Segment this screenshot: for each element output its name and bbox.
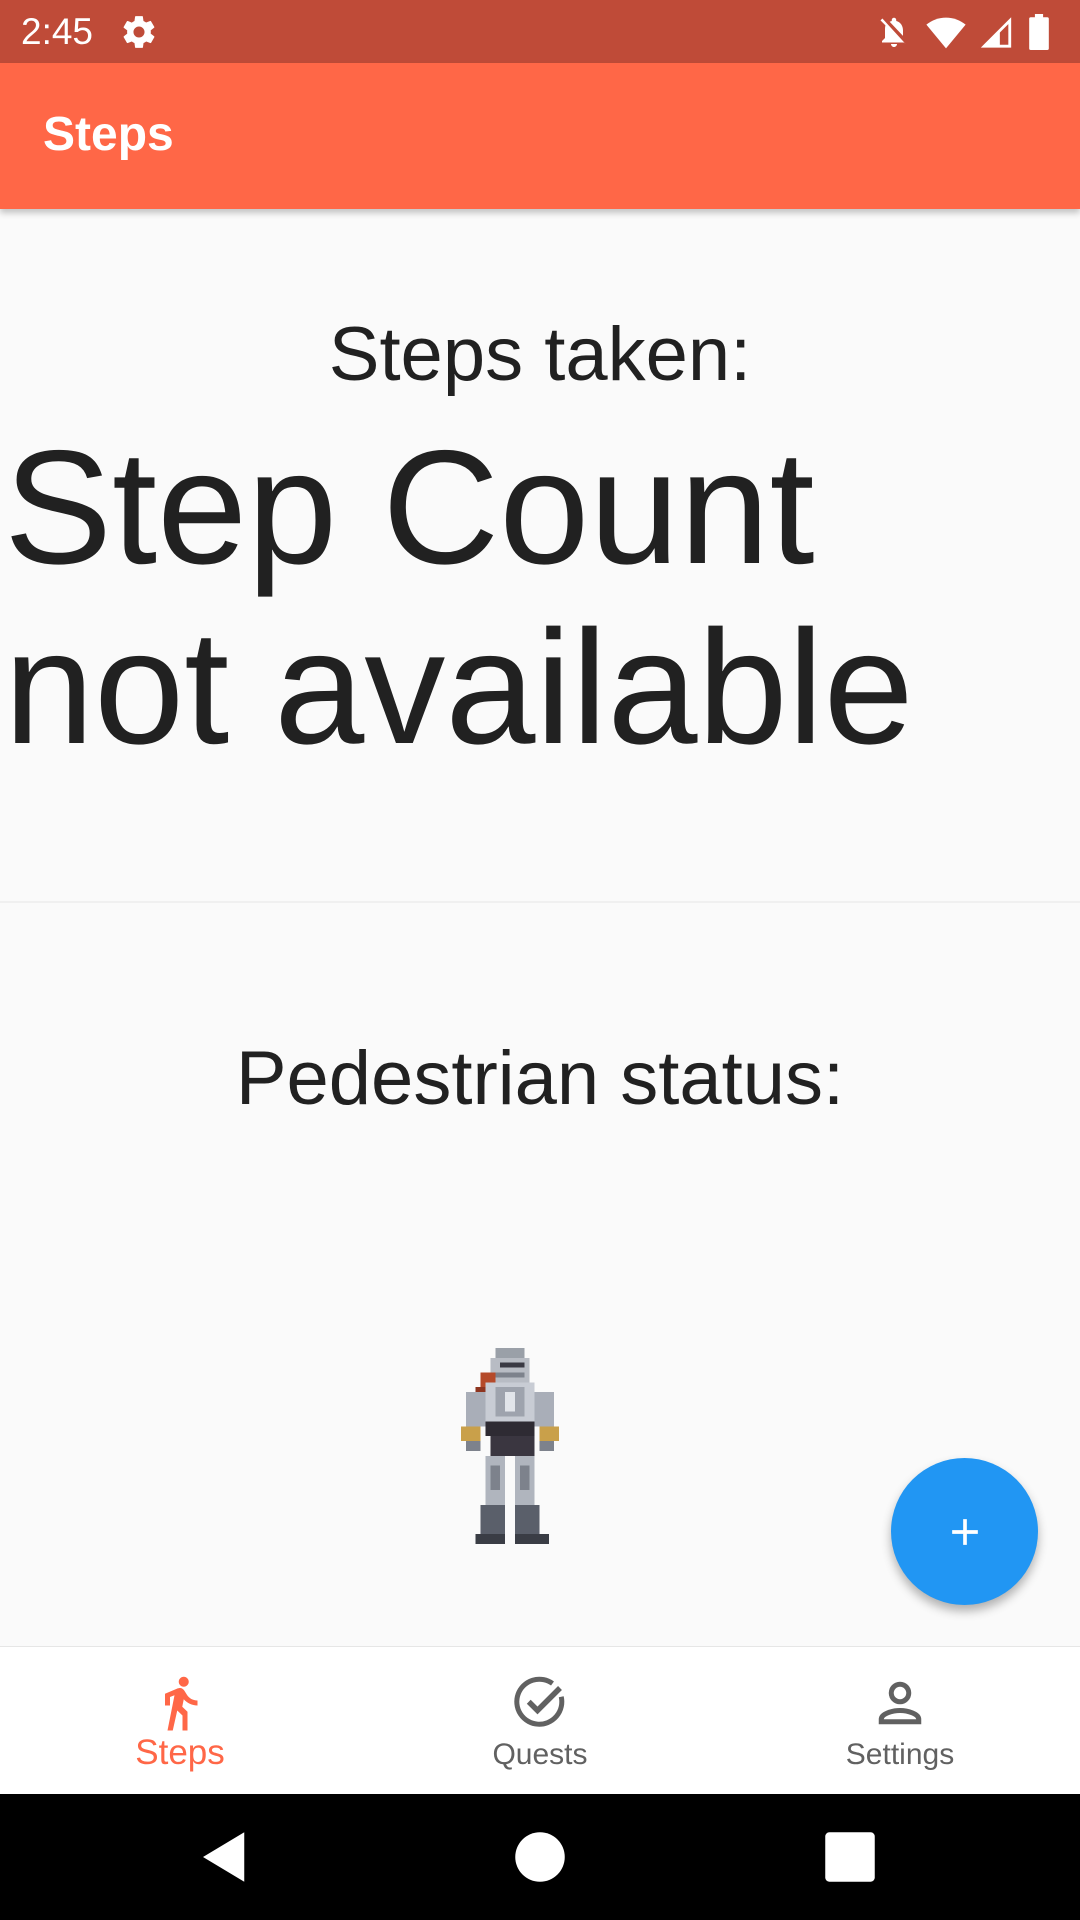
nav-label-steps: Steps xyxy=(135,1733,225,1772)
section-divider xyxy=(0,901,1080,903)
status-bar: 2:45 xyxy=(0,0,1080,63)
nav-tab-quests[interactable]: Quests xyxy=(360,1647,720,1795)
screen: 2:45 Steps Steps taken: Step Count not a… xyxy=(0,0,1080,1920)
app-bar-title: Steps xyxy=(43,108,174,161)
nav-tab-settings[interactable]: Settings xyxy=(720,1647,1080,1795)
plus-icon xyxy=(951,1518,978,1545)
walking-person-icon xyxy=(165,1676,198,1731)
back-icon[interactable] xyxy=(192,1824,258,1890)
app-bar: Steps xyxy=(0,63,1080,209)
nav-label-settings: Settings xyxy=(845,1738,955,1771)
system-navigation-bar xyxy=(0,1794,1080,1920)
step-count-value: Step Count not available xyxy=(4,417,914,778)
knight-sprite xyxy=(461,1348,559,1544)
status-time: 2:45 xyxy=(21,11,94,52)
steps-taken-label: Steps taken: xyxy=(328,312,752,397)
check-circle-icon xyxy=(514,1676,565,1727)
nav-label-quests: Quests xyxy=(492,1738,588,1771)
nav-tab-steps[interactable]: Steps xyxy=(0,1647,360,1795)
notifications-off-icon xyxy=(880,17,906,47)
home-icon[interactable] xyxy=(507,1824,573,1890)
settings-gear-icon xyxy=(123,16,155,48)
battery-icon xyxy=(1029,14,1049,50)
add-fab-button[interactable] xyxy=(891,1458,1038,1605)
recents-icon[interactable] xyxy=(817,1824,883,1890)
wifi-icon xyxy=(926,17,966,49)
pedestrian-status-label: Pedestrian status: xyxy=(235,1036,845,1121)
signal-icon xyxy=(980,17,1012,48)
bottom-navigation: Steps Quests Settings xyxy=(0,1646,1080,1795)
status-icons xyxy=(876,12,1050,52)
person-icon xyxy=(878,1681,922,1725)
